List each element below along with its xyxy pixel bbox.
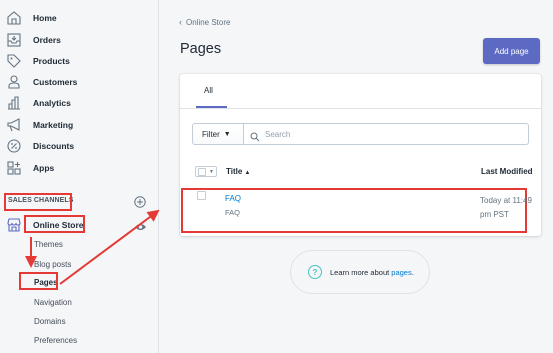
divider bbox=[180, 108, 541, 109]
discount-icon bbox=[6, 138, 22, 154]
megaphone-icon bbox=[6, 117, 22, 133]
chevron-left-icon: ‹ bbox=[179, 17, 182, 27]
row-title-link[interactable]: FAQ bbox=[225, 194, 241, 203]
sidebar-item-label: Apps bbox=[33, 163, 55, 173]
person-icon bbox=[6, 74, 22, 90]
sidebar-item-home[interactable]: Home bbox=[6, 8, 57, 28]
eye-icon[interactable] bbox=[134, 219, 147, 230]
sidebar: Home Orders Products Customers Analytics… bbox=[0, 0, 159, 353]
filter-label: Filter bbox=[202, 129, 220, 139]
select-all-checkbox[interactable]: ▼ bbox=[195, 166, 217, 177]
store-icon bbox=[6, 217, 22, 233]
help-icon: ? bbox=[308, 265, 322, 279]
column-header-last-modified[interactable]: Last Modified bbox=[481, 167, 533, 176]
orders-icon bbox=[6, 32, 22, 48]
sidebar-item-label: Home bbox=[33, 13, 57, 23]
search-icon bbox=[250, 129, 260, 142]
sidebar-item-discounts[interactable]: Discounts bbox=[6, 136, 74, 156]
add-channel-icon[interactable] bbox=[134, 195, 146, 208]
sidebar-subitem-navigation[interactable]: Navigation bbox=[34, 298, 72, 307]
sidebar-item-label: Discounts bbox=[33, 141, 75, 151]
sidebar-subitem-blog-posts[interactable]: Blog posts bbox=[34, 260, 71, 269]
search-box[interactable] bbox=[243, 123, 529, 145]
sidebar-subitem-pages[interactable]: Pages bbox=[34, 278, 58, 287]
sales-channels-title: SALES CHANNELS bbox=[8, 197, 74, 204]
home-icon bbox=[6, 10, 22, 26]
sidebar-item-marketing[interactable]: Marketing bbox=[6, 115, 73, 135]
sidebar-item-label: Products bbox=[33, 56, 70, 66]
sidebar-item-label: Customers bbox=[33, 77, 78, 87]
row-subtitle: FAQ bbox=[225, 208, 241, 217]
sidebar-subitem-preferences[interactable]: Preferences bbox=[34, 336, 77, 345]
breadcrumb-label: Online Store bbox=[186, 17, 231, 27]
bar-chart-icon bbox=[6, 95, 22, 111]
sidebar-item-label: Online Store bbox=[33, 220, 84, 230]
sidebar-item-analytics[interactable]: Analytics bbox=[6, 93, 71, 113]
breadcrumb[interactable]: ‹ Online Store bbox=[179, 17, 230, 27]
sidebar-item-label: Orders bbox=[33, 35, 61, 45]
page-title: Pages bbox=[180, 41, 222, 57]
row-checkbox[interactable] bbox=[197, 191, 206, 200]
tab-all[interactable]: All bbox=[204, 86, 213, 95]
sort-up-icon: ▲ bbox=[244, 170, 251, 176]
sidebar-subitem-themes[interactable]: Themes bbox=[34, 240, 63, 249]
pages-card: All Filter ▼ ▼ Title ▲ Last Modified FAQ… bbox=[180, 74, 541, 236]
sidebar-item-orders[interactable]: Orders bbox=[6, 30, 61, 50]
caret-down-icon: ▼ bbox=[223, 130, 231, 138]
learn-more-pill: ? Learn more about pages. bbox=[290, 250, 430, 294]
sidebar-item-products[interactable]: Products bbox=[6, 51, 70, 71]
sidebar-item-apps[interactable]: Apps bbox=[6, 158, 54, 178]
sidebar-subitem-domains[interactable]: Domains bbox=[34, 317, 66, 326]
learn-more-text: Learn more about pages. bbox=[330, 267, 414, 277]
learn-more-link[interactable]: pages bbox=[391, 268, 411, 277]
search-input[interactable] bbox=[265, 129, 505, 139]
sidebar-item-customers[interactable]: Customers bbox=[6, 72, 77, 92]
sidebar-item-online-store[interactable]: Online Store bbox=[6, 215, 84, 235]
checkbox bbox=[198, 167, 206, 176]
tag-icon bbox=[6, 53, 22, 69]
column-header-title[interactable]: Title ▲ bbox=[226, 167, 251, 176]
sidebar-item-label: Marketing bbox=[33, 120, 74, 130]
caret-down-icon: ▼ bbox=[209, 168, 214, 175]
apps-icon bbox=[6, 160, 22, 176]
filter-button[interactable]: Filter ▼ bbox=[192, 123, 244, 145]
add-page-button[interactable]: Add page bbox=[483, 38, 540, 64]
row-last-modified: Today at 11:49 pm PST bbox=[480, 196, 532, 219]
sidebar-item-label: Analytics bbox=[33, 98, 71, 108]
